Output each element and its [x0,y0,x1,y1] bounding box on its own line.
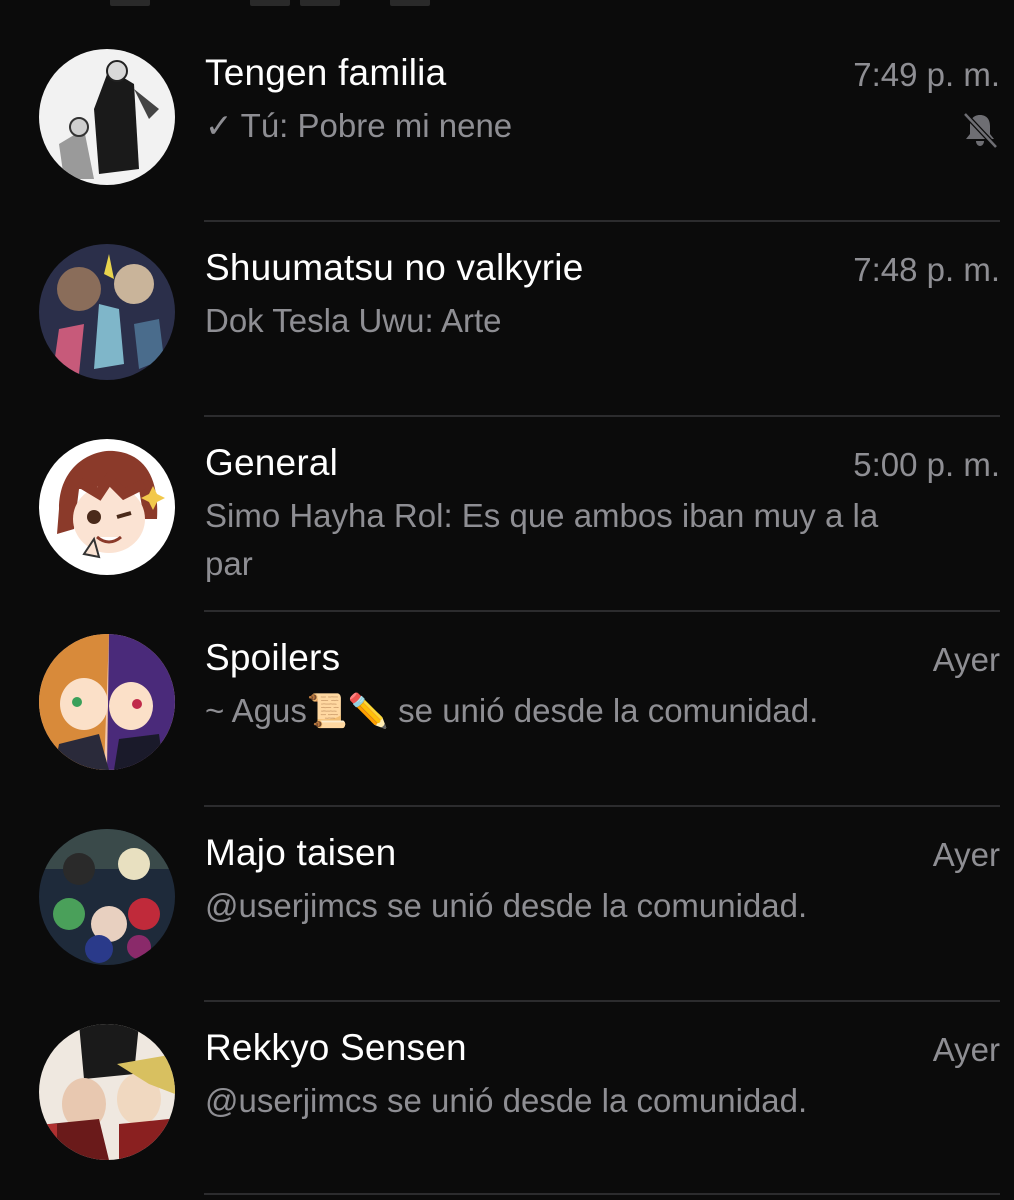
chat-row-shuumatsu-no-valkyrie[interactable]: Shuumatsu no valkyrie 7:48 p. m. Dok Tes… [0,195,1014,417]
sender-separator: : [443,497,462,534]
message-sender: Tú [240,107,280,144]
sender-separator: : [424,302,442,339]
chat-name: Shuumatsu no valkyrie [205,247,584,288]
chat-name: Rekkyo Sensen [205,1027,467,1068]
chat-time: Ayer [932,836,1000,873]
anime-duo-avatar[interactable] [39,634,175,770]
chat-name: Spoilers [205,637,341,678]
chat-preview: ✓ Tú: Pobre mi nene [205,102,925,150]
chat-name: Tengen familia [205,52,447,93]
message-text: Arte [441,302,502,339]
message-sender: Dok Tesla Uwu [205,302,425,339]
message-sender: Simo Hayha Rol [205,497,444,534]
chat-preview: @userjimcs se unió desde la comunidad. [205,1077,925,1125]
chat-preview: ~ Agus📜✏️ se unió desde la comunidad. [205,687,925,735]
chat-time: Ayer [932,641,1000,678]
chat-time: 5:00 p. m. [853,446,1000,483]
chat-row-tengen-familia[interactable]: Tengen familia 7:49 p. m. ✓ Tú: Pobre mi … [0,0,1014,222]
chat-time: Ayer [932,1031,1000,1068]
message-text: Pobre mi nene [297,107,513,144]
message-text: @userjimcs se unió desde la comunidad. [205,1082,808,1119]
chat-row-spoilers[interactable]: Spoilers Ayer ~ Agus📜✏️ se unió desde la… [0,585,1014,807]
chat-row-majo-taisen[interactable]: Majo taisen Ayer @userjimcs se unió desd… [0,780,1014,1002]
winking-girl-avatar[interactable] [39,439,175,575]
message-text: @userjimcs se unió desde la comunidad. [205,887,808,924]
chat-row-general[interactable]: General 5:00 p. m. Simo Hayha Rol: Es qu… [0,390,1014,612]
chat-preview: Dok Tesla Uwu: Arte [205,297,925,345]
chat-time: 7:49 p. m. [853,56,1000,93]
sender-separator: : [279,107,298,144]
chat-preview: @userjimcs se unió desde la comunidad. [205,882,925,930]
manga-cover-avatar[interactable] [39,1024,175,1160]
chat-time: 7:48 p. m. [853,251,1000,288]
row-separator [204,1193,1000,1195]
message-text: ~ Agus📜✏️ se unió desde la comunidad. [205,692,819,729]
manga-character-avatar[interactable] [39,49,175,185]
witch-group-avatar[interactable] [39,829,175,965]
chat-preview: Simo Hayha Rol: Es que ambos iban muy a … [205,492,925,588]
chat-name: Majo taisen [205,832,397,873]
sent-check-icon: ✓ [205,107,233,144]
chat-list: Tengen familia 7:49 p. m. ✓ Tú: Pobre mi … [0,0,1014,1200]
chat-name: General [205,442,339,483]
anime-group-avatar[interactable] [39,244,175,380]
muted-bell-icon [963,112,998,149]
chat-row-rekkyo-sensen[interactable]: Rekkyo Sensen Ayer @userjimcs se unió de… [0,975,1014,1170]
